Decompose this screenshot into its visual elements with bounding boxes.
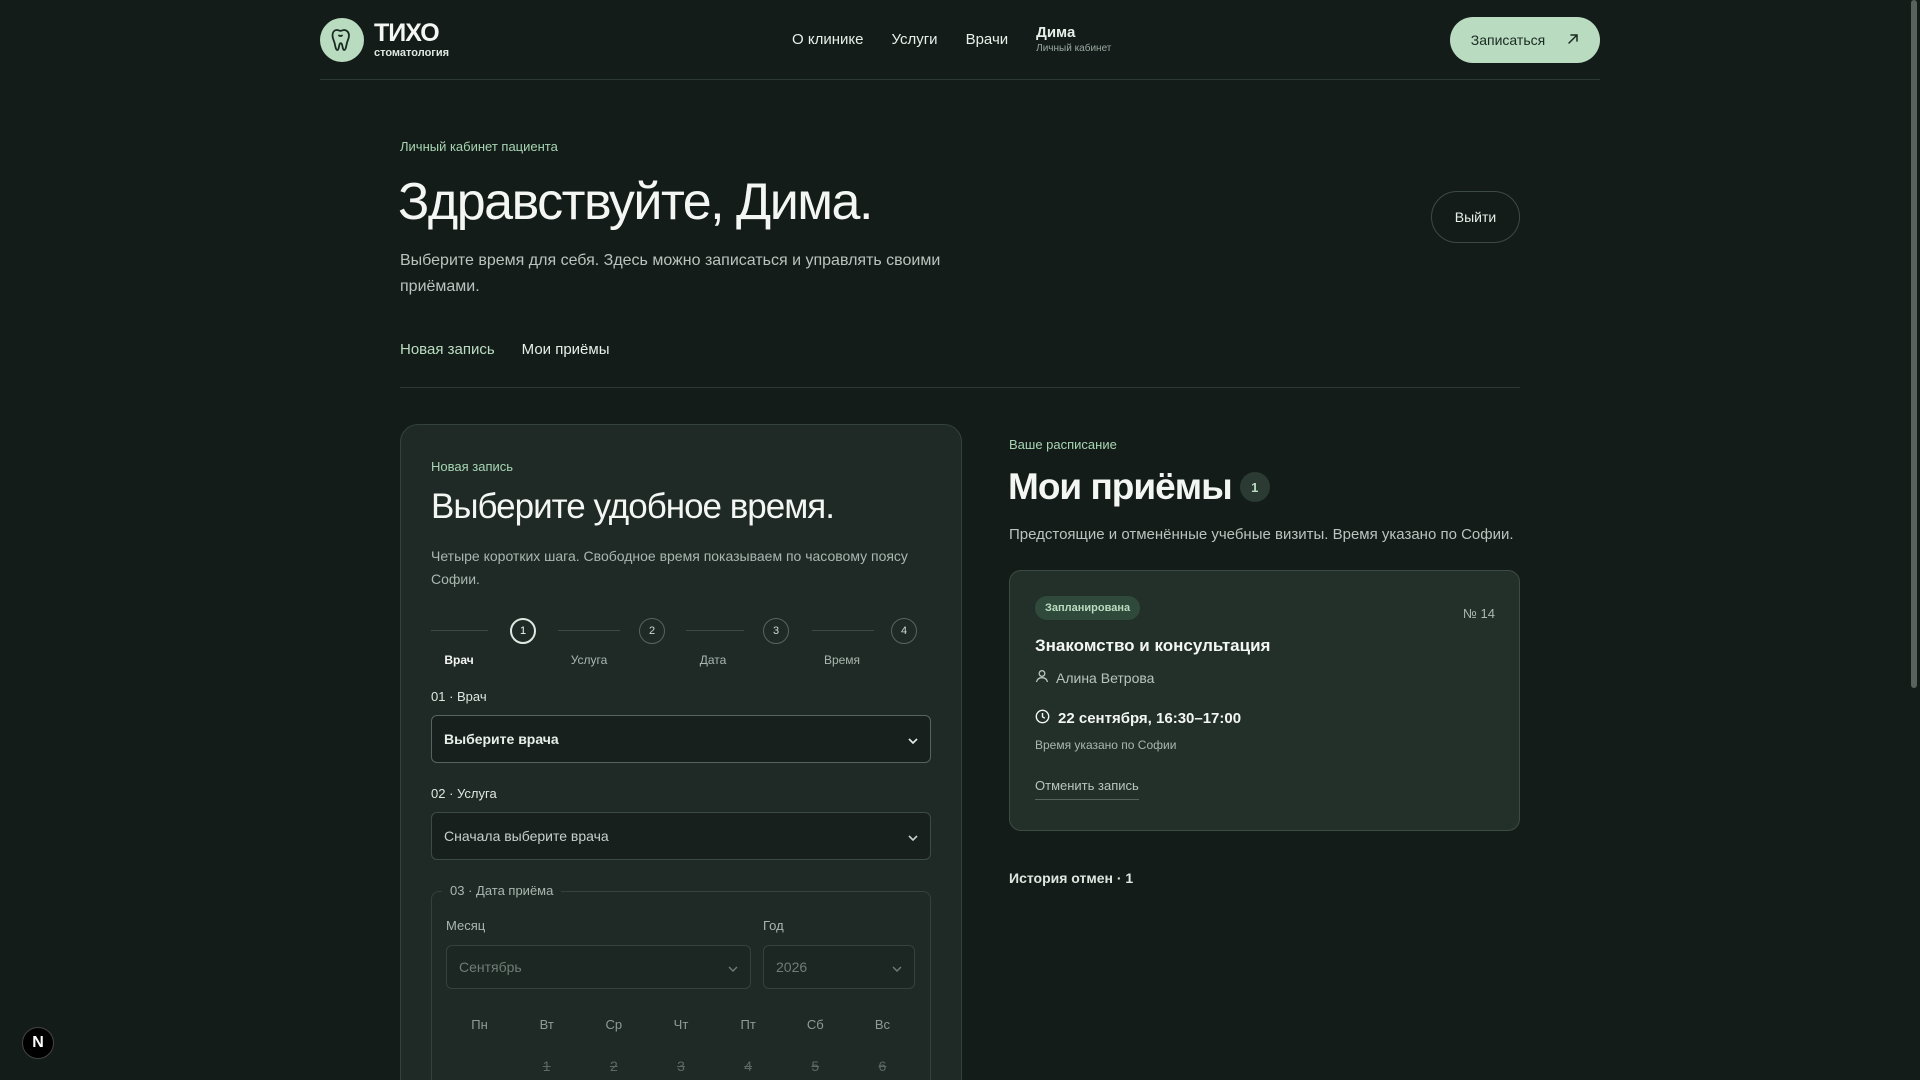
calendar-days: 1 2 3 4 5 6 [446,1058,916,1074]
page-title: Здравствуйте, Дима. [398,173,873,231]
appointment-datetime-text: 22 сентября, 16:30–17:00 [1058,710,1242,727]
step-line [558,630,620,631]
scrollbar-thumb[interactable] [1911,0,1917,688]
booking-stepper: 1 2 3 4 Врач Услуга Дата Время [431,615,931,667]
calendar-day: 3 [677,1058,685,1074]
step-3-indicator[interactable]: 3 [763,618,789,644]
book-appointment-label: Записаться [1470,32,1546,48]
cancel-history-toggle[interactable]: История отмен · 1 [1009,870,1133,886]
year-select-value: 2026 [776,959,808,975]
brand-subtitle: стоматология [374,46,450,59]
user-account-label: Личный кабинет [1036,43,1112,54]
calendar-day: 5 [811,1058,820,1074]
doctor-field-label: 01 · Врач [431,689,487,704]
booking-card: Новая запись Выберите удобное время. Чет… [400,424,962,1080]
chevron-down-icon [908,828,918,844]
step-line [431,630,488,631]
step-1-label: Врач [444,653,474,667]
service-select-value: Сначала выберите врача [444,828,609,844]
appointment-title: Знакомство и консультация [1035,636,1271,655]
arrow-up-right-icon [1567,32,1579,48]
service-field-label: 02 · Услуга [431,786,497,801]
step-line [812,630,874,631]
step-2-indicator[interactable]: 2 [639,618,665,644]
weekday-label: Чт [673,1017,689,1032]
book-appointment-button[interactable]: Записаться [1450,17,1600,63]
weekday-label: Вт [539,1017,554,1032]
step-2-label: Услуга [570,653,608,667]
tooth-icon [320,17,364,62]
weekday-label: Сб [806,1017,824,1032]
page-description: Выберите время для себя. Здесь можно зап… [400,252,941,295]
step-1-indicator[interactable]: 1 [510,618,536,644]
year-select[interactable]: 2026 [763,945,915,989]
cancel-appointment-link[interactable]: Отменить запись [1035,778,1139,800]
service-select[interactable]: Сначала выберите врача [431,812,931,860]
nav-about[interactable]: О клинике [792,22,863,58]
tab-new-booking[interactable]: Новая запись [400,336,495,387]
date-legend: 03 · Дата приёма [442,883,562,898]
nav-services[interactable]: Услуги [891,22,937,58]
appointments-count-badge: 1 [1239,472,1270,502]
appointment-number: № 14 [1462,606,1495,621]
account-tabs: Новая запись Мои приёмы [400,336,1520,388]
step-3-label: Дата [699,653,727,667]
chevron-down-icon [908,731,918,747]
logo[interactable]: ТИХО стоматология [320,17,450,62]
calendar-day-empty [446,1058,513,1074]
chevron-down-icon [892,959,902,975]
step-4-indicator[interactable]: 4 [891,618,917,644]
user-icon [1035,669,1049,686]
weekday-label: Ср [605,1017,623,1032]
weekday-label: Пт [740,1017,756,1032]
doctor-select[interactable]: Выберите врача [431,715,931,763]
schedule-description: Предстоящие и отменённые учебные визиты.… [1009,526,1514,543]
appointment-datetime: 22 сентября, 16:30–17:00 [1035,709,1241,728]
main-nav: О клинике Услуги Врачи Дима Личный кабин… [792,22,1111,58]
calendar-day: 6 [878,1058,887,1074]
schedule-title: Мои приёмы 1 [1008,466,1270,508]
user-account-link[interactable]: Дима Личный кабинет [1036,22,1111,56]
schedule-title-text: Мои приёмы [1008,466,1233,507]
site-header: ТИХО стоматология О клинике Услуги Врачи… [320,0,1600,80]
calendar-day: 2 [609,1058,618,1074]
brand-name: ТИХО [374,18,440,47]
weekday-label: Пн [471,1017,488,1032]
calendar-day: 4 [744,1058,753,1074]
dev-tools-badge[interactable]: N [22,1027,54,1059]
calendar-weekdays: Пн Вт Ср Чт Пт Сб Вс [446,1017,916,1032]
month-select-value: Сентябрь [459,959,522,975]
month-label: Месяц [446,918,486,933]
calendar-day: 1 [542,1058,551,1074]
chevron-down-icon [728,959,738,975]
page-eyebrow: Личный кабинет пациента [400,139,558,154]
doctor-select-value: Выберите врача [444,731,559,747]
step-4-label: Время [823,653,861,667]
appointment-doctor: Алина Ветрова [1035,669,1154,686]
logout-button[interactable]: Выйти [1431,191,1520,243]
tab-my-appointments[interactable]: Мои приёмы [522,336,610,387]
date-fieldset: 03 · Дата приёма Месяц Год Сентябрь 2026… [431,883,931,1080]
page-scrollbar[interactable] [1908,0,1920,1080]
clock-icon [1035,709,1050,728]
step-line [686,630,744,631]
booking-title: Выберите удобное время. [431,487,835,526]
schedule-eyebrow: Ваше расписание [1009,437,1117,452]
appointment-timezone-note: Время указано по Софии [1035,738,1177,752]
weekday-label: Вс [874,1017,890,1032]
status-badge: Запланирована [1035,596,1141,620]
booking-description: Четыре коротких шага. Свободное время по… [431,548,908,587]
nav-doctors[interactable]: Врачи [966,22,1009,58]
booking-eyebrow: Новая запись [431,459,514,474]
appointment-card: Запланирована № 14 Знакомство и консульт… [1009,570,1520,831]
appointment-doctor-name: Алина Ветрова [1056,669,1155,686]
user-name: Дима [1036,24,1076,41]
month-select[interactable]: Сентябрь [446,945,751,989]
year-label: Год [763,918,784,933]
